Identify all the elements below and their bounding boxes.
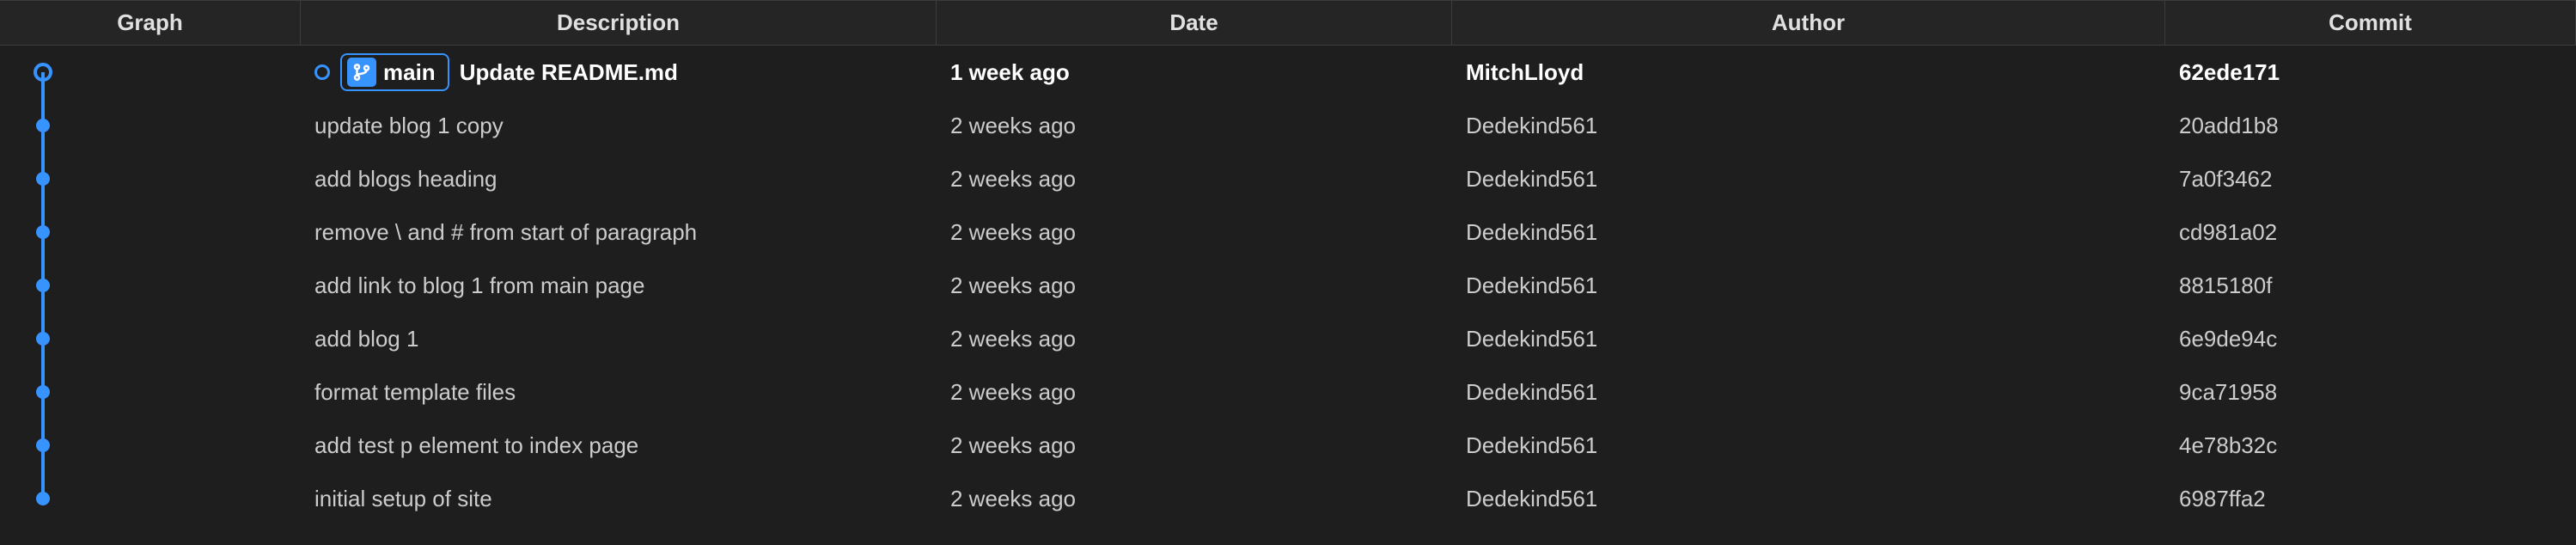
commit-message: Update README.md	[460, 59, 678, 86]
column-header-date[interactable]: Date	[937, 1, 1452, 45]
commit-hash-cell: cd981a02	[2165, 205, 2576, 259]
date-cell: 2 weeks ago	[937, 99, 1452, 152]
date-cell: 2 weeks ago	[937, 472, 1452, 525]
graph-cell	[0, 99, 301, 152]
description-cell: add link to blog 1 from main page	[301, 259, 937, 312]
commit-hash-cell: 8815180f	[2165, 259, 2576, 312]
commit-message: add blog 1	[314, 326, 418, 352]
commit-row[interactable]: format template files 2 weeks agoDedekind…	[0, 365, 2576, 419]
commit-message: add test p element to index page	[314, 432, 638, 459]
description-cell: add blogs heading	[301, 152, 937, 205]
branch-badge[interactable]: main	[340, 53, 449, 91]
author-cell: Dedekind561	[1452, 205, 2165, 259]
git-history-table: Graph Description Date Author Commit mai…	[0, 0, 2576, 525]
commit-message: format template files	[314, 379, 516, 406]
graph-cell	[0, 205, 301, 259]
commit-hash-cell: 62ede171	[2165, 46, 2576, 99]
commit-row[interactable]: initial setup of site 2 weeks agoDedekind…	[0, 472, 2576, 525]
graph-cell	[0, 259, 301, 312]
author-cell: Dedekind561	[1452, 365, 2165, 419]
commit-message: add blogs heading	[314, 166, 497, 193]
commit-hash-cell: 4e78b32c	[2165, 419, 2576, 472]
date-cell: 2 weeks ago	[937, 152, 1452, 205]
commit-hash-cell: 6987ffa2	[2165, 472, 2576, 525]
author-cell: Dedekind561	[1452, 419, 2165, 472]
commit-message: remove \ and # from start of paragraph	[314, 219, 697, 246]
description-cell: initial setup of site	[301, 472, 937, 525]
author-cell: Dedekind561	[1452, 312, 2165, 365]
date-cell: 1 week ago	[937, 46, 1452, 99]
date-cell: 2 weeks ago	[937, 312, 1452, 365]
table-header-row: Graph Description Date Author Commit	[0, 0, 2576, 46]
graph-cell	[0, 419, 301, 472]
commit-row[interactable]: add test p element to index page 2 weeks …	[0, 419, 2576, 472]
commit-row[interactable]: main Update README.md 1 week agoMitchLloyd…	[0, 46, 2576, 99]
date-cell: 2 weeks ago	[937, 259, 1452, 312]
description-cell: remove \ and # from start of paragraph	[301, 205, 937, 259]
commit-row[interactable]: update blog 1 copy 2 weeks agoDedekind561…	[0, 99, 2576, 152]
commit-row[interactable]: add blog 1 2 weeks agoDedekind5616e9de94c	[0, 312, 2576, 365]
commit-message: initial setup of site	[314, 486, 492, 512]
author-cell: Dedekind561	[1452, 259, 2165, 312]
author-cell: Dedekind561	[1452, 152, 2165, 205]
commit-hash-cell: 20add1b8	[2165, 99, 2576, 152]
date-cell: 2 weeks ago	[937, 419, 1452, 472]
author-cell: Dedekind561	[1452, 99, 2165, 152]
table-body: main Update README.md 1 week agoMitchLloyd…	[0, 46, 2576, 525]
author-cell: Dedekind561	[1452, 472, 2165, 525]
description-cell: add blog 1	[301, 312, 937, 365]
commit-row[interactable]: remove \ and # from start of paragraph 2 …	[0, 205, 2576, 259]
graph-cell	[0, 312, 301, 365]
description-cell: add test p element to index page	[301, 419, 937, 472]
description-cell: main Update README.md	[301, 46, 937, 99]
description-cell: format template files	[301, 365, 937, 419]
commit-hash-cell: 6e9de94c	[2165, 312, 2576, 365]
date-cell: 2 weeks ago	[937, 365, 1452, 419]
commit-row[interactable]: add link to blog 1 from main page 2 weeks…	[0, 259, 2576, 312]
column-header-commit[interactable]: Commit	[2165, 1, 2576, 45]
graph-cell	[0, 152, 301, 205]
column-header-description[interactable]: Description	[301, 1, 937, 45]
commit-row[interactable]: add blogs heading 2 weeks agoDedekind5617…	[0, 152, 2576, 205]
graph-cell	[0, 46, 301, 99]
git-branch-icon	[347, 58, 376, 87]
branch-name: main	[383, 59, 436, 86]
column-header-author[interactable]: Author	[1452, 1, 2165, 45]
commit-message: update blog 1 copy	[314, 113, 504, 139]
head-commit-marker-icon	[314, 64, 330, 80]
author-cell: MitchLloyd	[1452, 46, 2165, 99]
date-cell: 2 weeks ago	[937, 205, 1452, 259]
commit-hash-cell: 9ca71958	[2165, 365, 2576, 419]
column-header-graph[interactable]: Graph	[0, 1, 301, 45]
description-cell: update blog 1 copy	[301, 99, 937, 152]
graph-cell	[0, 472, 301, 525]
commit-hash-cell: 7a0f3462	[2165, 152, 2576, 205]
commit-message: add link to blog 1 from main page	[314, 272, 644, 299]
graph-cell	[0, 365, 301, 419]
